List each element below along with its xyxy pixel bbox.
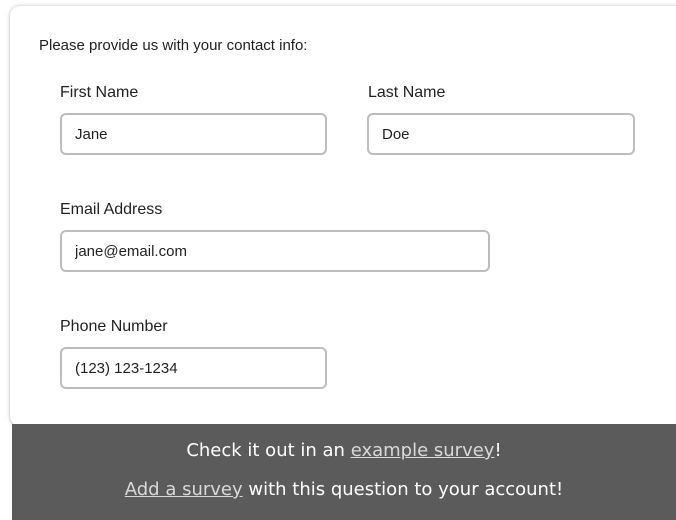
email-label: Email Address	[60, 201, 163, 218]
last-name-field[interactable]	[367, 113, 635, 155]
footer-line-example: Check it out in an example survey!	[12, 440, 676, 461]
footer-line2-suffix: with this question to your account!	[242, 479, 564, 500]
question-title: Please provide us with your contact info…	[39, 37, 308, 54]
first-name-field[interactable]	[60, 113, 327, 155]
example-survey-link[interactable]: example survey	[351, 440, 495, 461]
promo-footer: Check it out in an example survey! Add a…	[12, 424, 676, 520]
footer-line-add: Add a survey with this question to your …	[12, 479, 676, 500]
phone-label: Phone Number	[60, 318, 168, 335]
footer-line1-suffix: !	[494, 440, 502, 461]
footer-line1-prefix: Check it out in an	[186, 440, 351, 461]
phone-field[interactable]	[60, 347, 327, 389]
first-name-label: First Name	[60, 84, 139, 101]
email-field[interactable]	[60, 230, 490, 272]
last-name-label: Last Name	[368, 84, 446, 101]
add-survey-link[interactable]: Add a survey	[125, 479, 243, 500]
page: Please provide us with your contact info…	[0, 0, 676, 520]
